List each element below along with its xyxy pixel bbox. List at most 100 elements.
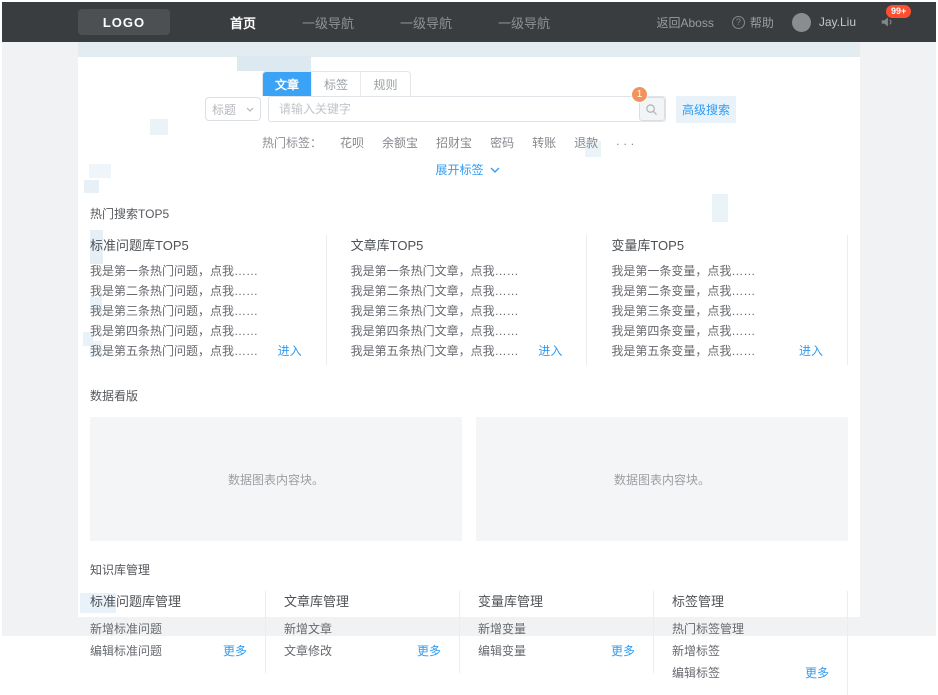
column-title: 变量库管理 — [478, 594, 544, 609]
enter-link[interactable]: 进入 — [538, 343, 562, 359]
hot-tag[interactable]: 余额宝 — [382, 134, 418, 151]
notification-badge: 99+ — [886, 5, 912, 18]
hot-tag[interactable]: 招财宝 — [436, 134, 472, 151]
nav-item-level1-c[interactable]: 一级导航 — [498, 13, 550, 32]
enter-link[interactable]: 进入 — [278, 343, 302, 359]
hot-tag[interactable]: 花呗 — [340, 134, 364, 151]
knowledge-title: 知识库管理 — [90, 563, 151, 577]
knowledge-column-articles: 文章库管理 新增文章 文章修改 更多 — [284, 591, 460, 673]
list-item[interactable]: 我是第五条变量，点我…… — [611, 343, 755, 359]
column-title: 标准问题库TOP5 — [90, 238, 189, 253]
field-select[interactable]: 标题 — [205, 97, 261, 121]
more-tags-ellipsis[interactable]: ... — [616, 134, 638, 151]
list-item[interactable]: 我是第四条热门文章，点我…… — [351, 323, 519, 339]
list-item[interactable]: 我是第一条热门问题，点我…… — [90, 263, 258, 279]
chevron-down-icon — [490, 167, 499, 173]
action-link[interactable]: 新增标准问题 — [90, 621, 162, 638]
top5-column-questions: 标准问题库TOP5 我是第一条热门问题，点我…… 我是第二条热门问题，点我…… … — [90, 235, 327, 365]
list-item[interactable]: 我是第三条热门文章，点我…… — [351, 303, 519, 319]
user-menu[interactable]: Jay.Liu — [791, 12, 856, 32]
username: Jay.Liu — [818, 15, 856, 29]
list-item[interactable]: 我是第一条热门文章，点我…… — [351, 263, 519, 279]
list-item[interactable]: 我是第二条热门问题，点我…… — [90, 283, 258, 299]
tab-rule[interactable]: 规则 — [361, 72, 410, 96]
hot-tag[interactable]: 转账 — [532, 134, 556, 151]
list-item[interactable]: 我是第四条变量，点我…… — [611, 323, 755, 339]
hot-search-title: 热门搜索TOP5 — [90, 207, 170, 221]
action-link[interactable]: 热门标签管理 — [672, 621, 744, 638]
knowledge-column-variables: 变量库管理 新增变量 编辑变量 更多 — [478, 591, 654, 673]
hot-tag[interactable]: 密码 — [490, 134, 514, 151]
logo[interactable]: LOGO — [78, 9, 170, 35]
expand-tags-label: 展开标签 — [435, 163, 484, 177]
action-link[interactable]: 编辑变量 — [478, 643, 526, 660]
nav-item-level1-a[interactable]: 一级导航 — [302, 13, 354, 32]
action-link[interactable]: 编辑标准问题 — [90, 643, 162, 660]
data-dashboard-title: 数据看版 — [90, 389, 139, 403]
nav-item-level1-b[interactable]: 一级导航 — [400, 13, 452, 32]
enter-link[interactable]: 进入 — [799, 343, 823, 359]
chart-placeholder-text: 数据图表内容块。 — [227, 472, 324, 487]
navbar-right: 返回Aboss ? 帮助 Jay.Liu 99+ — [656, 5, 912, 32]
search-zone: 文章 标签 规则 标题 1 高级搜索 — [78, 42, 860, 179]
action-link[interactable]: 文章修改 — [284, 643, 332, 660]
more-link[interactable]: 更多 — [417, 643, 441, 660]
expand-row: 展开标签 — [205, 161, 730, 179]
knowledge-column-tags: 标签管理 热门标签管理 新增标签 编辑标签 更多 — [672, 591, 848, 695]
back-to-aboss-link[interactable]: 返回Aboss — [656, 14, 713, 31]
nav-item-home[interactable]: 首页 — [230, 13, 256, 32]
list-item[interactable]: 我是第四条热门问题，点我…… — [90, 323, 258, 339]
search-input[interactable] — [268, 96, 666, 122]
hot-search-section: 热门搜索TOP5 标准问题库TOP5 我是第一条热门问题，点我…… 我是第二条热… — [78, 205, 860, 365]
help-button[interactable]: ? 帮助 — [731, 14, 774, 31]
expand-tags-link[interactable]: 展开标签 — [435, 161, 499, 178]
advanced-search-link[interactable]: 高级搜索 — [675, 95, 737, 123]
action-link[interactable]: 新增变量 — [478, 621, 526, 638]
hot-tags-label: 热门标签： — [262, 136, 323, 150]
top5-column-variables: 变量库TOP5 我是第一条变量，点我…… 我是第二条变量，点我…… 我是第三条变… — [611, 235, 849, 365]
column-title: 标签管理 — [672, 594, 725, 609]
top5-column-articles: 文章库TOP5 我是第一条热门文章，点我…… 我是第二条热门文章，点我…… 我是… — [351, 235, 588, 365]
hot-tags-row: 热门标签： 花呗 余额宝 招财宝 密码 转账 退款 ... — [262, 134, 730, 151]
main-content-card: 文章 标签 规则 标题 1 高级搜索 — [78, 42, 860, 695]
action-link[interactable]: 新增文章 — [284, 621, 332, 638]
more-link[interactable]: 更多 — [611, 643, 635, 660]
chart-placeholder-left: 数据图表内容块。 — [90, 417, 462, 541]
field-select-value: 标题 — [212, 102, 237, 117]
tab-article[interactable]: 文章 — [263, 72, 312, 96]
list-item[interactable]: 我是第二条变量，点我…… — [611, 283, 755, 299]
list-item[interactable]: 我是第二条热门文章，点我…… — [351, 283, 519, 299]
chart-placeholder-right: 数据图表内容块。 — [476, 417, 848, 541]
search-row: 标题 1 高级搜索 — [205, 86, 737, 123]
top5-columns: 标准问题库TOP5 我是第一条热门问题，点我…… 我是第二条热门问题，点我…… … — [90, 235, 849, 365]
data-dashboard-section: 数据看版 数据图表内容块。 数据图表内容块。 — [78, 387, 860, 541]
decor-square — [84, 180, 99, 193]
search-icon — [646, 103, 658, 115]
tab-label[interactable]: 标签 — [312, 72, 361, 96]
hot-tag[interactable]: 退款 — [574, 134, 598, 151]
knowledge-columns: 标准问题库管理 新增标准问题 编辑标准问题 更多 文章库管理 新增文章 文章修改… — [90, 591, 848, 695]
primary-nav: 首页 一级导航 一级导航 一级导航 — [230, 13, 550, 32]
more-link[interactable]: 更多 — [223, 643, 247, 660]
column-title: 文章库管理 — [284, 594, 350, 609]
list-item[interactable]: 我是第五条热门问题，点我…… — [90, 343, 258, 359]
search-count-badge: 1 — [630, 86, 648, 103]
knowledge-section: 知识库管理 标准问题库管理 新增标准问题 编辑标准问题 更多 文章库管理 新增文… — [78, 561, 860, 695]
action-link[interactable]: 编辑标签 — [672, 665, 720, 682]
action-link[interactable]: 新增标签 — [672, 643, 720, 660]
chevron-down-icon — [246, 107, 254, 112]
column-title: 标准问题库管理 — [90, 594, 182, 609]
question-circle-icon: ? — [731, 15, 745, 29]
list-item[interactable]: 我是第三条变量，点我…… — [611, 303, 755, 319]
knowledge-column-questions: 标准问题库管理 新增标准问题 编辑标准问题 更多 — [90, 591, 266, 673]
chart-blocks: 数据图表内容块。 数据图表内容块。 — [90, 417, 848, 541]
help-label: 帮助 — [749, 15, 774, 30]
list-item[interactable]: 我是第一条变量，点我…… — [611, 263, 755, 279]
list-item[interactable]: 我是第五条热门文章，点我…… — [351, 343, 519, 359]
search-input-wrap: 1 — [268, 86, 666, 122]
notification-button[interactable]: 99+ — [880, 5, 912, 29]
more-link[interactable]: 更多 — [805, 665, 829, 682]
list-item[interactable]: 我是第三条热门问题，点我…… — [90, 303, 258, 319]
avatar — [791, 12, 811, 32]
column-title: 变量库TOP5 — [611, 238, 685, 253]
